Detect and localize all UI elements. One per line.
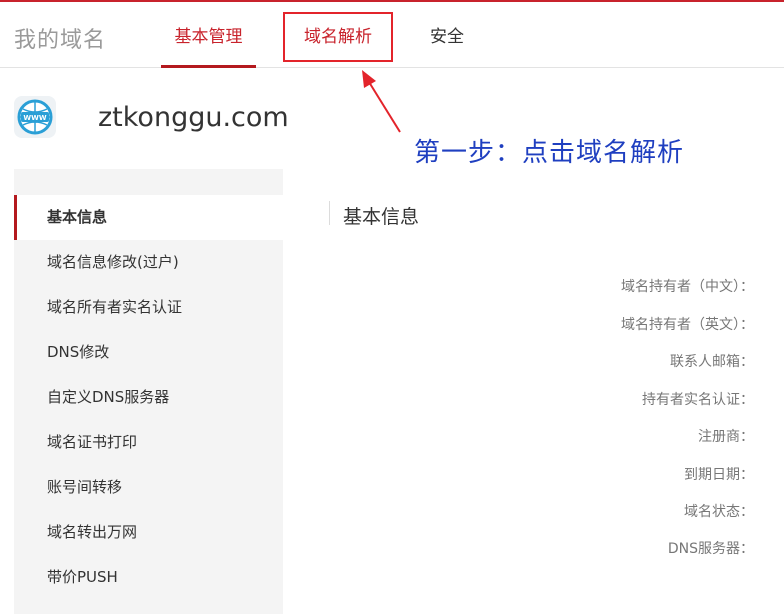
field-label-owner-cn: 域名持有者（中文）： [621,279,754,295]
field-label-owner-en: 域名持有者（英文）： [621,317,754,333]
www-globe-icon: WWW [14,96,56,138]
sidebar: 基本信息 域名信息修改(过户) 域名所有者实名认证 DNS修改 自定义DNS服务… [14,169,283,614]
sidebar-item-account-transfer[interactable]: 账号间转移 [14,465,283,510]
field-label-domain-status: 域名状态： [684,504,754,520]
field-label-registrar: 注册商： [698,429,754,445]
section-divider [329,201,330,225]
section-title: 基本信息 [343,206,420,228]
tab-highlight-box [283,12,393,62]
field-label-contact-email: 联系人邮箱： [670,354,754,370]
svg-text:WWW: WWW [23,114,46,122]
tab-security[interactable]: 安全 [415,22,479,68]
sidebar-item-push[interactable]: 带价PUSH [14,555,283,600]
field-label-dns-servers: DNS服务器： [667,541,754,557]
header: 我的域名 基本管理 域名解析 安全 [0,2,784,68]
page-title: 我的域名 [14,28,107,53]
field-label-realname-status: 持有者实名认证： [642,392,754,408]
annotation-text: 第一步：点击域名解析 [414,138,685,168]
sidebar-item-custom-dns[interactable]: 自定义DNS服务器 [14,375,283,420]
field-label-expiry-date: 到期日期： [684,467,754,483]
sidebar-item-transfer-out[interactable]: 域名转出万网 [14,510,283,555]
sidebar-item-certificate-print[interactable]: 域名证书打印 [14,420,283,465]
sidebar-item-info-modify[interactable]: 域名信息修改(过户) [14,240,283,285]
tab-basic-management[interactable]: 基本管理 [161,22,256,68]
domain-name: ztkonggu.com [98,102,289,133]
sidebar-item-dns-modify[interactable]: DNS修改 [14,330,283,375]
sidebar-item-realname-auth[interactable]: 域名所有者实名认证 [14,285,283,330]
sidebar-item-basic-info[interactable]: 基本信息 [14,195,283,240]
